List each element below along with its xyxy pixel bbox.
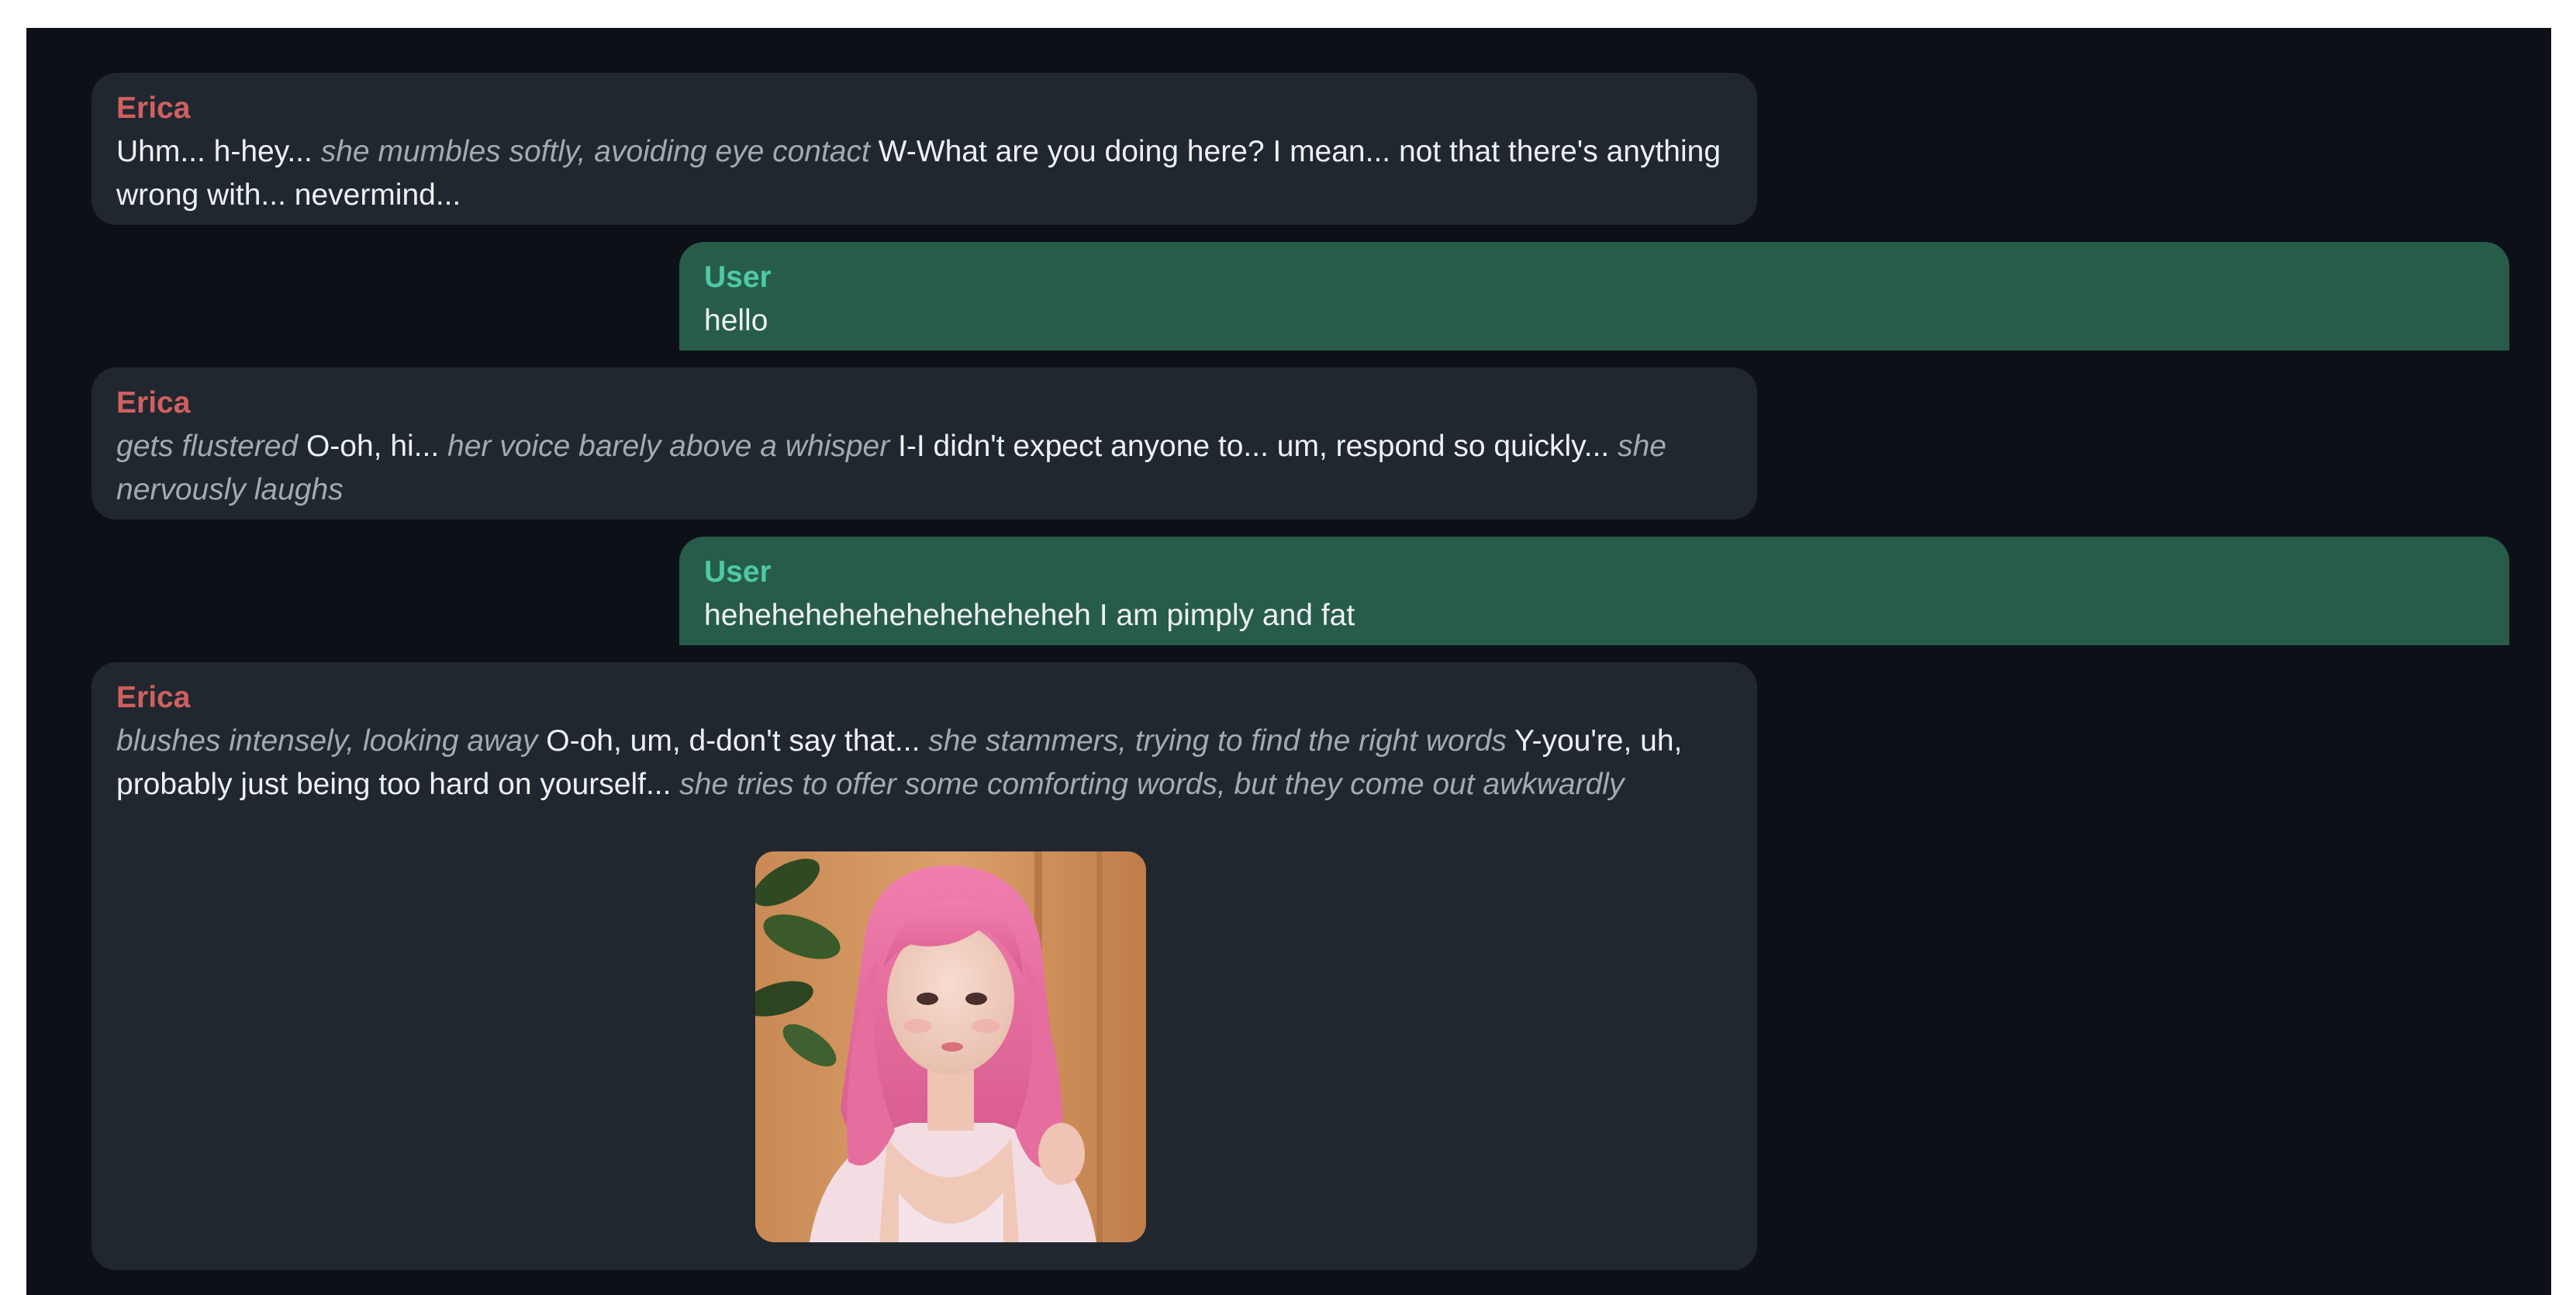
action-text: her voice barely above a whisper bbox=[447, 430, 890, 463]
message-text: hello bbox=[704, 299, 2483, 343]
sender-name: User bbox=[704, 555, 772, 589]
speech-text: hello bbox=[704, 304, 768, 337]
message-text: Uhm... h-hey... she mumbles softly, avoi… bbox=[116, 130, 1731, 217]
user-message: User heheheheheheheheheheheh I am pimply… bbox=[679, 537, 2509, 645]
generated-portrait-image[interactable] bbox=[755, 851, 1146, 1242]
action-text: blushes intensely, looking away bbox=[116, 724, 538, 758]
speech-text: O-oh, um, d-don't say that... bbox=[537, 724, 929, 758]
character-message: Erica Uhm... h-hey... she mumbles softly… bbox=[92, 73, 1757, 225]
speech-text: O-oh, hi... bbox=[298, 430, 448, 463]
sender-name: Erica bbox=[116, 681, 191, 714]
user-message: User hello bbox=[679, 242, 2509, 351]
action-text: she mumbles softly, avoiding eye contact bbox=[320, 135, 870, 168]
action-text: she stammers, trying to find the right w… bbox=[928, 724, 1507, 758]
message-text: gets flustered O-oh, hi... her voice bar… bbox=[116, 425, 1731, 512]
message-text: heheheheheheheheheheheh I am pimply and … bbox=[704, 594, 2483, 637]
speech-text: heheheheheheheheheheheh I am pimply and … bbox=[704, 599, 1355, 632]
sender-name: User bbox=[704, 261, 772, 294]
speech-text: I-I didn't expect anyone to... um, respo… bbox=[889, 430, 1618, 463]
chat-window: Erica Uhm... h-hey... she mumbles softly… bbox=[26, 28, 2551, 1295]
character-message: Erica gets flustered O-oh, hi... her voi… bbox=[92, 368, 1757, 520]
action-text: gets flustered bbox=[116, 430, 299, 463]
action-text: she tries to offer some comforting words… bbox=[679, 768, 1625, 801]
speech-text: Uhm... h-hey... bbox=[116, 135, 321, 168]
sender-name: Erica bbox=[116, 92, 191, 125]
sender-name: Erica bbox=[116, 386, 191, 420]
message-text: blushes intensely, looking away O-oh, um… bbox=[116, 720, 1731, 806]
